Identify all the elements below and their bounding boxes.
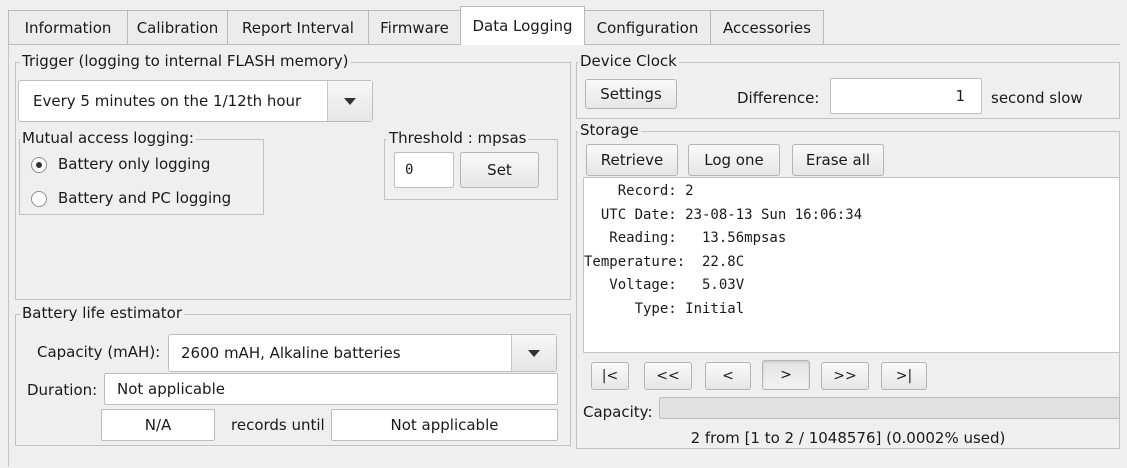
nav-next-page-button[interactable]: >> (821, 362, 869, 390)
storage-status: 2 from [1 to 2 / 1048576] (0.0002% used) (690, 429, 1006, 447)
threshold-input[interactable]: 0 (394, 152, 454, 188)
trigger-select[interactable]: Every 5 minutes on the 1/12th hour (18, 80, 373, 122)
trigger-select-value: Every 5 minutes on the 1/12th hour (33, 92, 302, 110)
tab-information[interactable]: Information (8, 10, 128, 44)
nav-first-button[interactable]: |< (591, 362, 629, 390)
tab-label: Calibration (136, 18, 219, 37)
radio-battery-only-label: Battery only logging (58, 155, 211, 173)
threshold-title: Threshold : mpsas (387, 129, 529, 147)
difference-field: 1 (830, 78, 982, 114)
tab-calibration[interactable]: Calibration (127, 10, 228, 44)
nav-next-button[interactable]: > (762, 360, 810, 390)
button-label: Log one (704, 151, 764, 169)
tab-firmware[interactable]: Firmware (368, 10, 461, 44)
chevron-down-icon (511, 335, 556, 371)
tab-accessories[interactable]: Accessories (710, 10, 824, 44)
record-line: Record: 2 (584, 183, 694, 199)
duration-label: Duration: (27, 381, 98, 399)
capacity-progress-bar (659, 397, 1120, 419)
tab-configuration[interactable]: Configuration (584, 10, 711, 44)
tab-report-interval[interactable]: Report Interval (227, 10, 369, 44)
record-view[interactable]: Record: 2 UTC Date: 23-08-13 Sun 16:06:3… (583, 177, 1120, 353)
tab-label: Information (24, 18, 112, 37)
erase-all-button[interactable]: Erase all (792, 144, 884, 176)
radio-battery-pc-label: Battery and PC logging (58, 189, 232, 207)
button-label: Settings (600, 85, 662, 103)
record-line: Type: Initial (584, 300, 745, 317)
radio-battery-pc[interactable] (31, 191, 47, 207)
button-label: Set (487, 161, 512, 179)
difference-unit: second slow (991, 89, 1083, 107)
until-field: Not applicable (331, 409, 558, 441)
button-label: >| (895, 368, 913, 384)
button-label: >> (833, 368, 857, 384)
tab-label: Firmware (380, 18, 449, 37)
button-label: |< (601, 368, 619, 384)
records-until-label: records until (231, 416, 325, 434)
difference-label: Difference: (737, 89, 820, 107)
button-label: > (780, 367, 792, 383)
tab-data-logging[interactable]: Data Logging (460, 6, 585, 45)
radio-battery-only[interactable] (31, 157, 47, 173)
threshold-set-button[interactable]: Set (460, 152, 539, 188)
tab-label: Data Logging (472, 17, 573, 35)
device-clock-title: Device Clock (578, 52, 679, 70)
capacity-select[interactable]: 2600 mAH, Alkaline batteries (168, 334, 557, 372)
button-label: Erase all (805, 151, 871, 169)
button-label: < (722, 368, 734, 384)
retrieve-button[interactable]: Retrieve (586, 144, 678, 176)
storage-capacity-label: Capacity: (583, 403, 653, 421)
duration-field: Not applicable (104, 373, 558, 405)
battery-title: Battery life estimator (20, 304, 185, 322)
chevron-down-icon (327, 81, 372, 121)
log-one-button[interactable]: Log one (688, 144, 780, 176)
record-line: UTC Date: 23-08-13 Sun 16:06:34 (584, 206, 863, 223)
trigger-title: Trigger (logging to internal FLASH memor… (20, 52, 351, 70)
storage-title: Storage (578, 121, 641, 139)
button-label: << (656, 368, 680, 384)
record-line: Temperature: 22.8C (584, 253, 745, 270)
nav-last-button[interactable]: >| (881, 362, 927, 390)
clock-settings-button[interactable]: Settings (585, 79, 677, 109)
tab-label: Accessories (723, 18, 811, 37)
record-line: Reading: 13.56mpsas (584, 230, 787, 246)
records-field: N/A (101, 409, 215, 441)
capacity-select-value: 2600 mAH, Alkaline batteries (181, 344, 401, 362)
button-label: Retrieve (600, 151, 664, 169)
nav-prev-button[interactable]: < (705, 362, 751, 390)
tab-label: Report Interval (242, 18, 354, 37)
mutual-access-title: Mutual access logging: (20, 129, 196, 147)
record-line: Voltage: 5.03V (584, 277, 745, 293)
capacity-label: Capacity (mAH): (37, 343, 161, 361)
tab-label: Configuration (596, 18, 699, 37)
nav-prev-page-button[interactable]: << (644, 362, 692, 390)
